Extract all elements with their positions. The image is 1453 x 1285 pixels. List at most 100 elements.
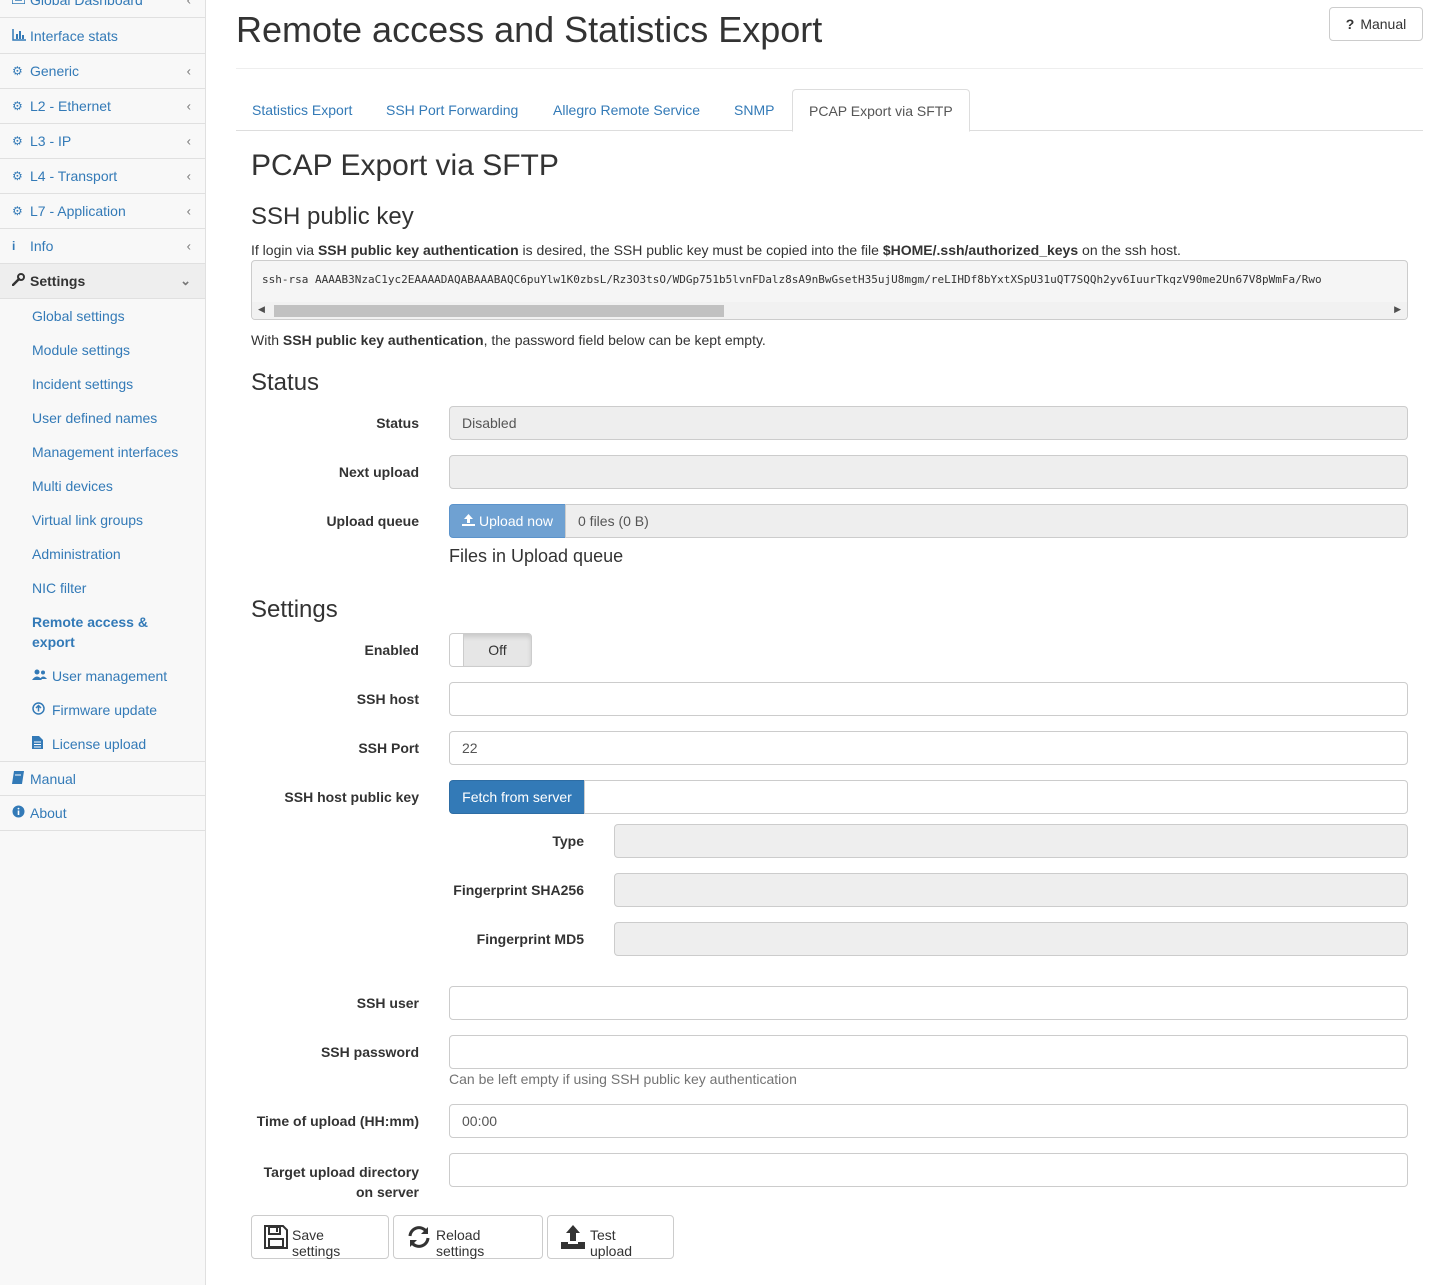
sidebar-item-l7-application[interactable]: ⚙ L7 - Application ‹ [0,194,205,229]
save-icon [264,1225,288,1249]
tab-snmp[interactable]: SNMP [718,89,790,131]
test-upload-label: Test upload [590,1227,633,1259]
scroll-left-icon[interactable]: ◀ [258,304,265,315]
time-of-upload-input[interactable] [449,1104,1408,1138]
ssh-public-key-heading: SSH public key [251,203,414,230]
dashboard-icon [11,0,30,7]
upload-now-button[interactable]: Upload now [449,504,566,538]
chevron-left-icon: ‹ [186,133,191,149]
tab-bar: Statistics Export SSH Port Forwarding Al… [236,89,1423,132]
ssh-port-input[interactable] [449,731,1408,765]
sidebar-subitem-label: Firmware update [52,702,158,718]
tab-allegro-remote-service[interactable]: Allegro Remote Service [537,89,716,131]
sidebar-subitem-module-settings[interactable]: Module settings [32,340,130,360]
sidebar-subitem-virtual-link-groups[interactable]: Virtual link groups [32,510,143,530]
section-heading: PCAP Export via SFTP [251,149,559,182]
sidebar-item-l4-transport[interactable]: ⚙ L4 - Transport ‹ [0,159,205,194]
gear-icon: ⚙ [12,99,23,113]
sidebar-item-l3-ip[interactable]: ⚙ L3 - IP ‹ [0,124,205,159]
sidebar-subitem-firmware-update[interactable]: Firmware update [32,700,157,721]
fingerprint-sha256-field [614,873,1408,907]
ssh-host-input[interactable] [449,682,1408,716]
sidebar-item-label: Interface stats [30,28,118,44]
manual-button-label: Manual [1360,16,1407,32]
sidebar-item-l2-ethernet[interactable]: ⚙ L2 - Ethernet ‹ [0,89,205,124]
sidebar-item-label: L4 - Transport [30,168,118,184]
gear-icon: ⚙ [12,64,23,78]
ssh-public-key-box[interactable]: ssh-rsa AAAAB3NzaC1yc2EAAAADAQABAAABAQC6… [251,260,1408,320]
enabled-toggle[interactable]: Off [449,633,532,667]
gear-icon: ⚙ [12,169,23,183]
ssh-public-key-text: ssh-rsa AAAAB3NzaC1yc2EAAAADAQABAAABAQC6… [262,273,1322,286]
ssh-user-input[interactable] [449,986,1408,1020]
upload-now-label: Upload now [479,513,553,529]
ssh-key-intro: If login via SSH public key authenticati… [251,242,1181,258]
next-upload-field [449,455,1408,489]
upload-queue-field: 0 files (0 B) [565,504,1408,538]
upload-icon [462,513,476,529]
status-heading: Status [251,369,320,396]
toggle-state-label: Off [488,642,507,658]
tab-pcap-export-via-sftp[interactable]: PCAP Export via SFTP [792,89,970,132]
sidebar: Global Dashboard ‹ Interface stats ⚙ Gen… [0,0,206,1285]
tab-statistics-export[interactable]: Statistics Export [236,89,368,131]
reload-settings-label: Reload settings [436,1227,485,1259]
sidebar-subitem-user-defined-names[interactable]: User defined names [32,408,157,428]
chevron-left-icon: ‹ [186,98,191,114]
time-of-upload-label: Time of upload (HH:mm) [256,1113,419,1129]
reload-settings-button[interactable]: Reload settings [393,1215,543,1259]
book-icon [12,770,30,787]
ssh-user-label: SSH user [356,995,419,1011]
upload-tray-icon [560,1224,586,1250]
status-field: Disabled [449,406,1408,440]
sidebar-item-info[interactable]: i Info ‹ [0,229,205,264]
scrollbar-thumb[interactable] [274,305,724,317]
fetch-from-server-button[interactable]: Fetch from server [449,780,585,814]
sidebar-subitem-label: User management [52,668,168,684]
password-help-text: Can be left empty if using SSH public ke… [449,1071,797,1087]
ssh-host-label: SSH host [356,691,419,707]
save-settings-label: Save settings [292,1227,341,1259]
sidebar-subitem-remote-access-export[interactable]: Remote access & export [32,612,148,652]
sidebar-item-settings[interactable]: Settings ⌄ [0,264,205,299]
scroll-right-icon[interactable]: ▶ [1394,304,1401,315]
ssh-key-note: With SSH public key authentication, the … [251,332,766,348]
chevron-left-icon: ‹ [186,238,191,254]
sidebar-subitem-global-settings[interactable]: Global settings [32,306,125,326]
sidebar-subitem-multi-devices[interactable]: Multi devices [32,476,113,496]
chevron-left-icon: ‹ [186,63,191,79]
target-directory-input[interactable] [449,1153,1408,1187]
chevron-left-icon: ‹ [186,168,191,184]
sidebar-subitem-incident-settings[interactable]: Incident settings [32,374,133,394]
horizontal-scrollbar[interactable]: ◀ ▶ [252,302,1407,319]
sidebar-item-label: Global Dashboard [30,0,143,8]
sidebar-subitem-user-management[interactable]: User management [32,666,167,687]
sidebar-subitem-administration[interactable]: Administration [32,544,121,564]
status-value: Disabled [462,415,517,431]
target-directory-label-line-1: Target upload directory [263,1164,419,1180]
sidebar-item-generic[interactable]: ⚙ Generic ‹ [0,54,205,89]
manual-button[interactable]: ? Manual [1329,7,1423,41]
fingerprint-md5-field [614,922,1408,956]
title-divider [236,68,1423,69]
save-settings-button[interactable]: Save settings [251,1215,389,1259]
sidebar-subitem-management-interfaces[interactable]: Management interfaces [32,442,178,462]
arrow-circle-up-icon [32,701,52,721]
wrench-icon [11,273,30,289]
test-upload-button[interactable]: Test upload [547,1215,674,1259]
ssh-password-input[interactable] [449,1035,1408,1069]
sidebar-item-global-dashboard[interactable]: Global Dashboard ‹ [0,0,205,18]
sidebar-item-manual[interactable]: Manual [0,761,205,796]
sidebar-item-label: About [30,805,67,821]
next-upload-label: Next upload [338,464,419,480]
sidebar-item-about[interactable]: About [0,796,205,831]
tab-ssh-port-forwarding[interactable]: SSH Port Forwarding [370,89,534,131]
info-circle-icon [12,805,30,821]
type-field [614,824,1408,858]
page-title: Remote access and Statistics Export [236,9,823,50]
sidebar-subitem-nic-filter[interactable]: NIC filter [32,578,86,598]
ssh-password-label: SSH password [320,1044,419,1060]
sidebar-subitem-license-upload[interactable]: License upload [32,734,146,755]
ssh-host-public-key-label: SSH host public key [284,789,419,805]
sidebar-item-interface-stats[interactable]: Interface stats [0,19,205,54]
